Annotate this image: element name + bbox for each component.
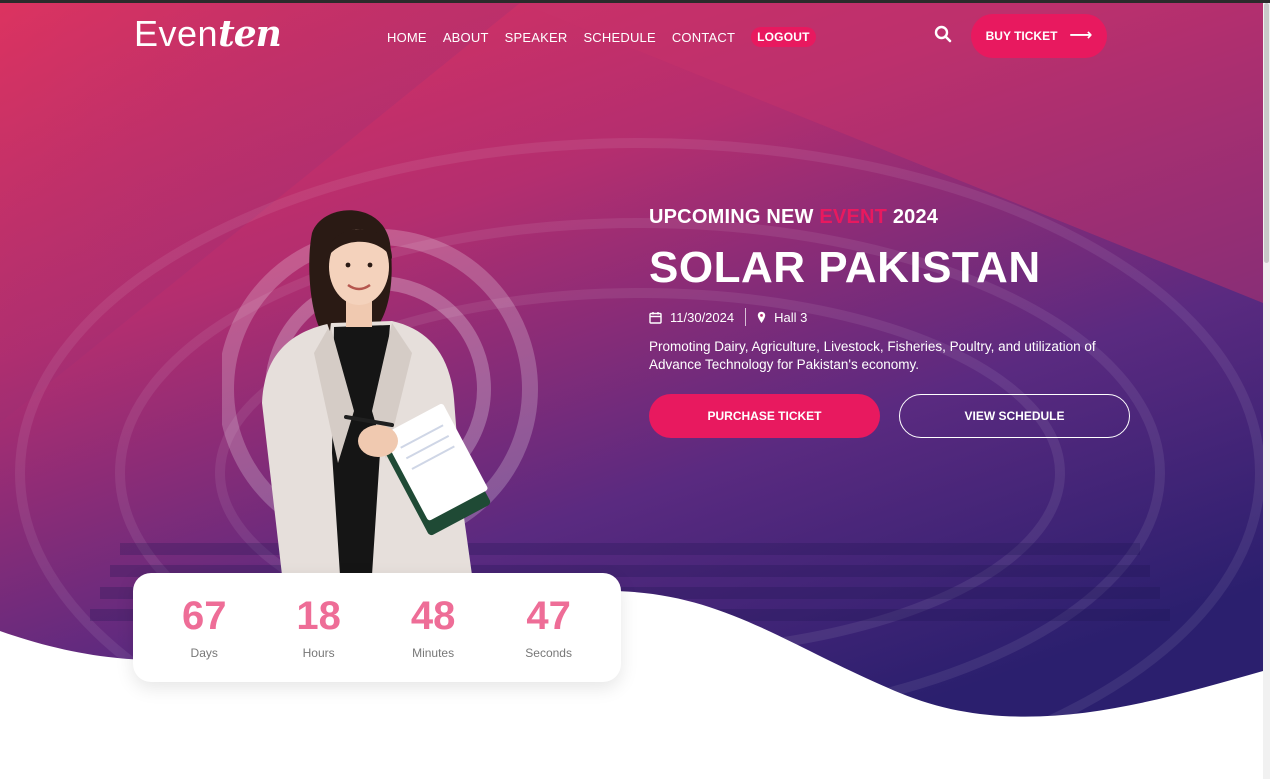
meta-divider bbox=[745, 308, 747, 326]
nav-item-home[interactable]: HOME bbox=[387, 30, 427, 45]
nav-item-schedule[interactable]: SCHEDULE bbox=[583, 30, 655, 45]
headline-accent: EVENT bbox=[819, 206, 888, 228]
countdown-label: Minutes bbox=[412, 645, 455, 660]
calendar-icon bbox=[649, 311, 662, 324]
logout-button[interactable]: LOGOUT bbox=[751, 27, 816, 47]
countdown-value: 48 bbox=[410, 593, 456, 638]
event-date: 11/30/2024 bbox=[670, 309, 735, 325]
main-nav: HOME ABOUT SPEAKER SCHEDULE CONTACT LOGO… bbox=[387, 27, 816, 47]
nav-item-about[interactable]: ABOUT bbox=[443, 30, 489, 45]
speaker-image bbox=[222, 210, 538, 575]
search-icon[interactable] bbox=[934, 25, 952, 43]
countdown-label: Seconds bbox=[525, 645, 572, 660]
countdown-days: 67 Days bbox=[182, 596, 227, 660]
countdown-seconds: 47 Seconds bbox=[525, 596, 572, 660]
countdown-value: 67 bbox=[181, 593, 227, 638]
event-description: Promoting Dairy, Agriculture, Livestock,… bbox=[649, 339, 1096, 372]
countdown-value: 18 bbox=[296, 593, 341, 638]
countdown-timer: 67 Days 18 Hours 48 Minutes 47 Seconds bbox=[133, 573, 621, 682]
nav-item-contact[interactable]: CONTACT bbox=[672, 30, 735, 45]
arrow-right-icon: ⟶ bbox=[1069, 27, 1093, 44]
page-scrollbar[interactable] bbox=[1263, 3, 1270, 779]
map-pin-icon bbox=[757, 311, 766, 324]
site-logo[interactable]: Eventen bbox=[134, 13, 282, 55]
event-location: Hall 3 bbox=[774, 309, 808, 325]
nav-item-speaker[interactable]: SPEAKER bbox=[505, 30, 568, 45]
purchase-ticket-button[interactable]: PURCHASE TICKET bbox=[649, 394, 880, 438]
logo-text-part2: ten bbox=[218, 13, 282, 55]
view-schedule-button[interactable]: VIEW SCHEDULE bbox=[899, 394, 1130, 438]
countdown-hours: 18 Hours bbox=[296, 596, 341, 660]
headline-suffix: 2024 bbox=[887, 206, 939, 228]
scrollbar-thumb[interactable] bbox=[1264, 3, 1269, 263]
hero-headline: UPCOMING NEW EVENT 2024 bbox=[649, 206, 938, 229]
event-meta: 11/30/2024 Hall 3 bbox=[649, 308, 807, 326]
countdown-minutes: 48 Minutes bbox=[411, 596, 456, 660]
buy-ticket-button[interactable]: BUY TICKET ⟶ bbox=[971, 14, 1107, 58]
countdown-label: Days bbox=[190, 645, 218, 660]
headline-prefix: UPCOMING NEW bbox=[649, 206, 820, 228]
logo-text-part1: Even bbox=[134, 13, 219, 54]
countdown-value: 47 bbox=[526, 593, 571, 638]
event-title: SOLAR PAKISTAN bbox=[649, 243, 1041, 292]
countdown-label: Hours bbox=[302, 645, 335, 660]
buy-ticket-label: BUY TICKET bbox=[985, 29, 1058, 43]
